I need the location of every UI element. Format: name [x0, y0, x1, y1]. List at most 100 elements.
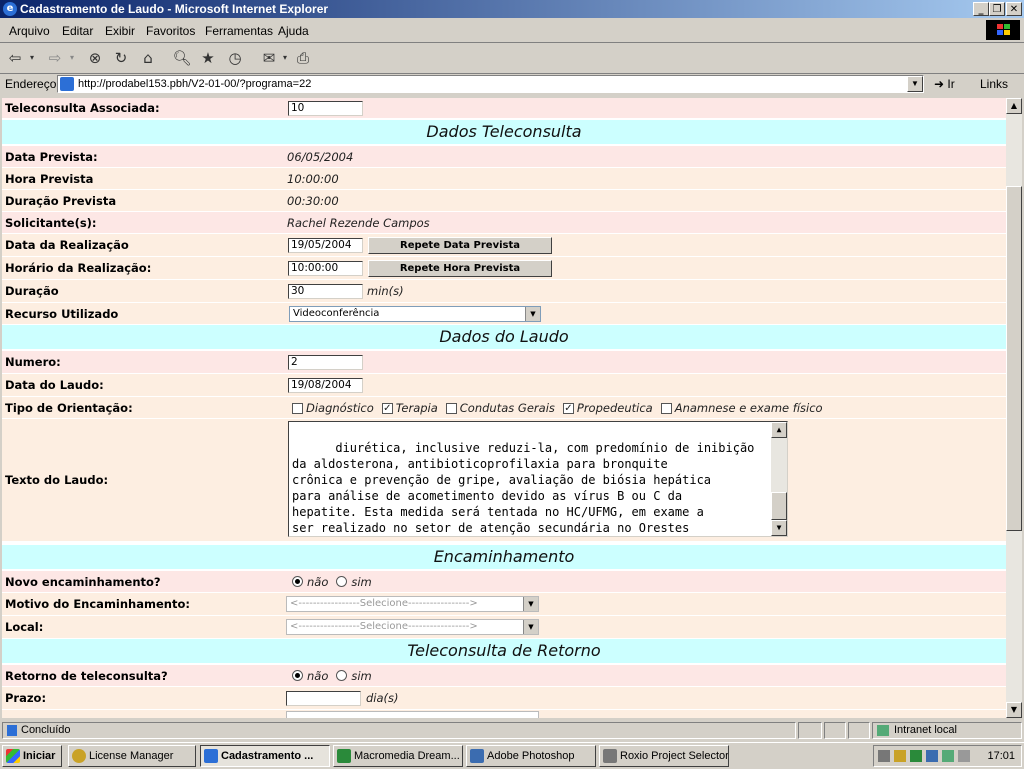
- search-icon[interactable]: 🔍︎: [171, 47, 193, 69]
- repete-data-prevista-button[interactable]: Repete Data Prevista: [368, 237, 552, 254]
- checkbox-condutas-gerais[interactable]: [445, 402, 457, 414]
- data-prevista-value: 06/05/2004: [287, 149, 354, 164]
- scroll-up-icon[interactable]: ▲: [771, 422, 787, 438]
- back-icon[interactable]: ⇦: [4, 47, 26, 69]
- novo-encaminhamento-label: Novo encaminhamento?: [5, 574, 161, 589]
- page-scroll-thumb[interactable]: [1006, 186, 1022, 531]
- page-scroll-up-icon[interactable]: ▲: [1006, 98, 1022, 114]
- texto-laudo-textarea[interactable]: diurética, inclusive reduzi-la, com pred…: [288, 421, 788, 537]
- checkbox-diagnostico[interactable]: [292, 402, 303, 414]
- horario-realizacao-field[interactable]: 10:00:00: [288, 261, 363, 276]
- option-propedeutica[interactable]: ✓ Propedeutica: [562, 401, 653, 415]
- address-bar: Endereço http://prodabel153.pbh/V2-01-00…: [0, 73, 1024, 96]
- local-value: <-----------------Selecione-------------…: [290, 621, 478, 632]
- scroll-down-icon[interactable]: ▼: [771, 520, 787, 536]
- page-scroll-down-icon[interactable]: ▼: [1006, 702, 1022, 718]
- mail-dropdown-icon[interactable]: ▾: [280, 47, 290, 69]
- stop-icon[interactable]: ⊗: [84, 47, 106, 69]
- forward-dropdown-icon[interactable]: ▾: [66, 47, 78, 69]
- address-dropdown-icon[interactable]: ▼: [907, 76, 923, 92]
- data-realizacao-field[interactable]: 19/05/2004: [288, 238, 363, 253]
- page-scrollbar[interactable]: ▲ ▼: [1006, 98, 1022, 718]
- recurso-value: Videoconferência: [293, 308, 380, 319]
- status-bar: Concluído Intranet local: [0, 720, 1024, 742]
- menu-ferramentas[interactable]: Ferramentas: [205, 24, 273, 38]
- status-pane-2: [798, 722, 822, 739]
- recurso-select[interactable]: Videoconferência ▼: [289, 306, 541, 322]
- minimize-button[interactable]: _: [973, 2, 989, 16]
- address-input[interactable]: http://prodabel153.pbh/V2-01-00/?program…: [57, 75, 924, 93]
- row-duracao: Duração 30 min(s): [2, 280, 1006, 302]
- teleconsulta-associada-label: Teleconsulta Associada:: [5, 101, 160, 115]
- repete-hora-prevista-button[interactable]: Repete Hora Prevista: [368, 260, 552, 277]
- option-anamnese[interactable]: Anamnese e exame físico: [660, 401, 823, 415]
- menu-arquivo[interactable]: Arquivo: [9, 24, 50, 38]
- radio-sim-retorno[interactable]: [336, 670, 348, 681]
- menu-exibir[interactable]: Exibir: [105, 24, 135, 38]
- teleconsulta-associada-field[interactable]: 10: [288, 101, 363, 116]
- duracao-label: Duração: [5, 284, 59, 298]
- checkbox-terapia[interactable]: ✓: [381, 402, 393, 414]
- data-laudo-field[interactable]: 19/08/2004: [288, 378, 363, 393]
- forward-icon[interactable]: ⇨: [44, 47, 66, 69]
- radio-sim-encaminhamento[interactable]: [336, 576, 348, 587]
- duracao-field[interactable]: 30: [288, 284, 363, 299]
- toolbar: ⇦ ▾ ⇨ ▾ ⊗ ↻ ⌂ 🔍︎ ★ ◷ ✉ ▾ ⎙: [0, 43, 1024, 74]
- menu-favoritos[interactable]: Favoritos: [146, 24, 195, 38]
- links-button[interactable]: Links: [980, 77, 1008, 91]
- partial-select[interactable]: [286, 711, 539, 718]
- close-button[interactable]: ✕: [1006, 2, 1022, 16]
- scroll-thumb[interactable]: [771, 492, 787, 520]
- task-photoshop-label: Adobe Photoshop: [487, 750, 575, 762]
- task-license-manager[interactable]: License Manager: [68, 745, 196, 767]
- tray-app-icon-1[interactable]: [894, 750, 906, 762]
- section-encaminhamento: Encaminhamento: [2, 545, 1006, 569]
- local-select[interactable]: <-----------------Selecione-------------…: [286, 619, 539, 635]
- tray-app-icon-4[interactable]: [958, 750, 970, 762]
- tray-app-icon-2[interactable]: [910, 750, 922, 762]
- task-roxio[interactable]: Roxio Project Selector: [599, 745, 729, 767]
- option-terapia[interactable]: ✓ Terapia: [381, 401, 438, 415]
- start-button[interactable]: Iniciar: [2, 745, 62, 767]
- network-icon[interactable]: [942, 750, 954, 762]
- menu-ajuda[interactable]: Ajuda: [278, 24, 309, 38]
- numero-field[interactable]: 2: [288, 355, 363, 370]
- home-icon[interactable]: ⌂: [137, 47, 159, 69]
- go-button[interactable]: ➜ Ir: [934, 77, 955, 91]
- option-diagnostico[interactable]: Diagnóstico: [292, 401, 374, 415]
- restore-button[interactable]: ❐: [989, 2, 1005, 16]
- back-dropdown-icon[interactable]: ▾: [26, 47, 38, 69]
- radio-nao-retorno[interactable]: [292, 670, 303, 681]
- texto-laudo-scrollbar[interactable]: ▲ ▼: [771, 422, 787, 536]
- checkbox-propedeutica[interactable]: ✓: [562, 402, 574, 414]
- motivo-encaminhamento-select[interactable]: <-----------------Selecione-------------…: [286, 596, 539, 612]
- checkbox-anamnese[interactable]: [660, 402, 672, 414]
- system-tray: 17:01: [873, 745, 1022, 767]
- menu-editar[interactable]: Editar: [62, 24, 93, 38]
- section-dados-laudo: Dados do Laudo: [2, 325, 1006, 349]
- task-dreamweaver[interactable]: Macromedia Dream...: [333, 745, 463, 767]
- menu-bar: Arquivo Editar Exibir Favoritos Ferramen…: [0, 19, 1024, 43]
- history-icon[interactable]: ◷: [224, 47, 246, 69]
- task-cadastramento[interactable]: Cadastramento ...: [200, 745, 330, 767]
- row-partial: [2, 710, 1006, 718]
- print-icon[interactable]: ⎙: [292, 47, 314, 69]
- duracao-unit: min(s): [367, 284, 404, 298]
- refresh-icon[interactable]: ↻: [110, 47, 132, 69]
- option-condutas-gerais[interactable]: Condutas Gerais: [445, 401, 555, 415]
- favorites-icon[interactable]: ★: [197, 47, 219, 69]
- taskbar: Iniciar License Manager Cadastramento ..…: [0, 742, 1024, 769]
- volume-icon[interactable]: [878, 750, 890, 762]
- start-label: Iniciar: [23, 750, 56, 762]
- radio-nao-encaminhamento[interactable]: [292, 576, 303, 587]
- row-teleconsulta-associada: Teleconsulta Associada: 10: [2, 98, 1006, 118]
- retorno-options: não sim: [292, 665, 372, 686]
- task-photoshop[interactable]: Adobe Photoshop: [466, 745, 596, 767]
- windows-flag-icon: [6, 749, 20, 763]
- ie-task-icon: [204, 749, 218, 763]
- tray-app-icon-3[interactable]: [926, 750, 938, 762]
- mail-icon[interactable]: ✉: [258, 47, 280, 69]
- page-icon: [60, 77, 74, 91]
- task-cadastramento-label: Cadastramento ...: [221, 750, 314, 762]
- prazo-field[interactable]: [286, 691, 361, 706]
